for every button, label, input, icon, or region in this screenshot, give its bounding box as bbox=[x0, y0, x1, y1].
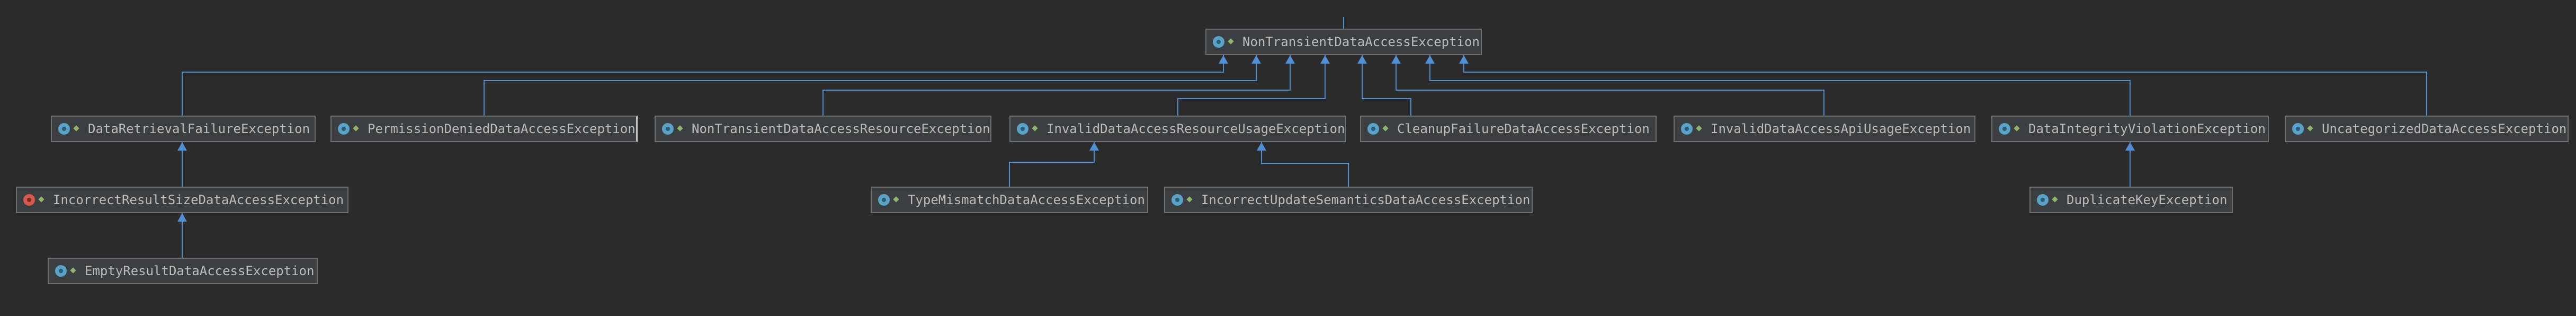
public-access-icon bbox=[1032, 123, 1039, 135]
node-label: UncategorizedDataAccessException bbox=[2322, 121, 2567, 136]
class-icon bbox=[58, 123, 70, 135]
node-incorrect-result-size-data-access-exception[interactable]: IncorrectResultSizeDataAccessException bbox=[16, 187, 348, 213]
node-label: IncorrectResultSizeDataAccessException bbox=[53, 192, 344, 207]
class-icon bbox=[2037, 194, 2049, 206]
edge-duplicate-key-to-integrity-violation bbox=[2125, 142, 2135, 187]
arrowhead bbox=[1285, 55, 1295, 64]
arrowhead bbox=[177, 213, 187, 222]
node-non-transient-data-access-resource-exception[interactable]: NonTransientDataAccessResourceException bbox=[655, 116, 991, 142]
public-access-icon bbox=[38, 194, 46, 206]
class-icon bbox=[1999, 123, 2010, 135]
node-cleanup-failure-data-access-exception[interactable]: CleanupFailureDataAccessException bbox=[1360, 116, 1657, 142]
node-type-mismatch-data-access-exception[interactable]: TypeMismatchDataAccessException bbox=[871, 187, 1148, 213]
node-incorrect-update-semantics-data-access-exception[interactable]: IncorrectUpdateSemanticsDataAccessExcept… bbox=[1164, 187, 1533, 213]
exception-icon bbox=[23, 194, 35, 206]
edge-invalid-resource-usage-to-root bbox=[1177, 55, 1330, 116]
edge-cleanup-failure-to-root bbox=[1357, 55, 1411, 116]
edge-uncategorized-to-root bbox=[1459, 55, 2427, 116]
arrowhead bbox=[1357, 55, 1367, 64]
edge-resource-to-root bbox=[822, 55, 1295, 116]
class-icon bbox=[338, 123, 350, 135]
class-icon bbox=[878, 194, 890, 206]
public-access-icon bbox=[893, 194, 900, 206]
public-access-icon bbox=[353, 123, 360, 135]
public-access-icon bbox=[2307, 123, 2314, 135]
edge-incorrect-update-to-invalid-resource-usage bbox=[1257, 142, 1349, 187]
class-icon bbox=[1213, 36, 1224, 48]
edge-permission-denied-to-root bbox=[484, 55, 1261, 116]
node-invalid-data-access-resource-usage-exception[interactable]: InvalidDataAccessResourceUsageException bbox=[1009, 116, 1346, 142]
class-icon bbox=[662, 123, 674, 135]
arrowhead bbox=[1320, 55, 1330, 64]
public-access-icon bbox=[2052, 194, 2059, 206]
arrowhead bbox=[2125, 142, 2135, 151]
edge-invalid-api-usage-to-root bbox=[1391, 55, 1824, 116]
node-label: DuplicateKeyException bbox=[2067, 192, 2228, 207]
edge-empty-result-to-incorrect-result-size bbox=[177, 213, 187, 258]
node-label: CleanupFailureDataAccessException bbox=[1397, 121, 1650, 136]
arrowhead bbox=[1251, 55, 1261, 64]
arrowhead bbox=[1089, 142, 1099, 151]
node-label: DataIntegrityViolationException bbox=[2028, 121, 2266, 136]
node-label: InvalidDataAccessApiUsageException bbox=[1711, 121, 1971, 136]
node-duplicate-key-exception[interactable]: DuplicateKeyException bbox=[2029, 187, 2233, 213]
public-access-icon bbox=[1696, 123, 1703, 135]
node-label: InvalidDataAccessResourceUsageException bbox=[1046, 121, 1345, 136]
node-uncategorized-data-access-exception[interactable]: UncategorizedDataAccessException bbox=[2285, 116, 2569, 142]
node-data-integrity-violation-exception[interactable]: DataIntegrityViolationException bbox=[1991, 116, 2269, 142]
node-label: EmptyResultDataAccessException bbox=[85, 264, 315, 278]
arrowhead bbox=[1219, 55, 1228, 64]
node-label: NonTransientDataAccessResourceException bbox=[692, 121, 990, 136]
public-access-icon bbox=[73, 123, 80, 135]
node-label: IncorrectUpdateSemanticsDataAccessExcept… bbox=[1201, 192, 1531, 207]
edge-incorrect-result-size-to-data-retrieval bbox=[177, 142, 187, 187]
class-icon bbox=[1367, 123, 1379, 135]
public-access-icon bbox=[1382, 123, 1390, 135]
class-icon bbox=[55, 265, 67, 277]
arrowhead bbox=[1257, 142, 1266, 151]
edge-type-mismatch-to-invalid-resource-usage bbox=[1009, 142, 1099, 187]
arrowhead bbox=[177, 142, 187, 151]
node-label: DataRetrievalFailureException bbox=[88, 121, 310, 136]
node-empty-result-data-access-exception[interactable]: EmptyResultDataAccessException bbox=[48, 258, 318, 284]
class-icon bbox=[1171, 194, 1183, 206]
public-access-icon bbox=[1186, 194, 1194, 206]
node-invalid-data-access-api-usage-exception[interactable]: InvalidDataAccessApiUsageException bbox=[1674, 116, 1975, 142]
arrowhead bbox=[1425, 55, 1435, 64]
arrowhead bbox=[1459, 55, 1469, 64]
class-icon bbox=[1681, 123, 1693, 135]
public-access-icon bbox=[2014, 123, 2021, 135]
class-icon bbox=[2292, 123, 2304, 135]
node-non-transient-data-access-exception[interactable]: NonTransientDataAccessException bbox=[1205, 29, 1482, 55]
public-access-icon bbox=[70, 265, 77, 277]
class-icon bbox=[1017, 123, 1028, 135]
node-label: NonTransientDataAccessException bbox=[1242, 34, 1480, 49]
edge-data-retrieval-to-root bbox=[182, 55, 1228, 116]
public-access-icon bbox=[677, 123, 684, 135]
node-label: TypeMismatchDataAccessException bbox=[908, 192, 1145, 207]
node-label: PermissionDeniedDataAccessException bbox=[368, 121, 636, 136]
edge-integrity-violation-to-root bbox=[1425, 55, 2131, 116]
public-access-icon bbox=[1228, 36, 1235, 48]
arrowhead bbox=[1391, 55, 1401, 64]
node-permission-denied-data-access-exception[interactable]: PermissionDeniedDataAccessException bbox=[330, 116, 638, 142]
node-data-retrieval-failure-exception[interactable]: DataRetrievalFailureException bbox=[51, 116, 316, 142]
